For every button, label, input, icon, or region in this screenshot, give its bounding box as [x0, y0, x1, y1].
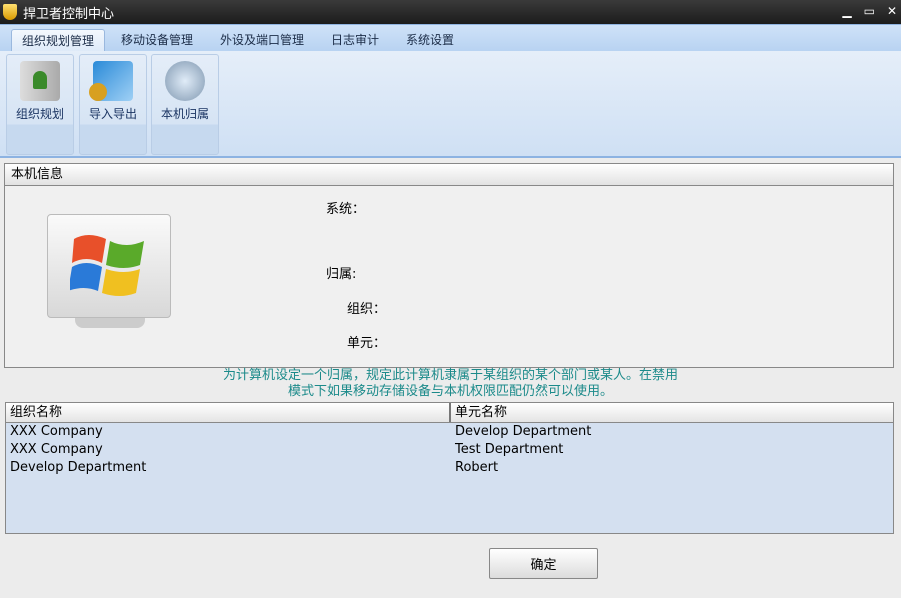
cell-org: XXX Company	[6, 423, 451, 441]
cell-unit: Develop Department	[451, 423, 591, 441]
cell-unit: Test Department	[451, 441, 563, 459]
local-belonging-button[interactable]: 本机归属	[151, 54, 219, 155]
table-row[interactable]: XXX CompanyTest Department	[6, 441, 893, 459]
org-planning-button[interactable]: 组织规划	[6, 54, 74, 155]
unit-label: 单元：	[347, 332, 386, 351]
tab-system-settings[interactable]: 系统设置	[396, 29, 464, 53]
org-label: 组织：	[347, 298, 386, 317]
local-info-panel: 本机信息 系统： 归属: 组织： 单元：	[4, 163, 894, 368]
import-export-button[interactable]: 导入导出	[79, 54, 147, 155]
column-header-unit[interactable]: 单元名称	[451, 403, 507, 422]
title-bar: 捍卫者控制中心 ▁ ▭ ✕	[0, 0, 901, 24]
laptop-gear-icon	[93, 61, 133, 101]
cell-org: Develop Department	[6, 459, 451, 477]
hint-line: 为计算机设定一个归属，规定此计算机隶属于某组织的某个部门或某人。在禁用	[0, 368, 901, 384]
import-export-label: 导入导出	[89, 107, 137, 121]
org-planning-label: 组织规划	[16, 107, 64, 121]
table-row[interactable]: XXX CompanyDevelop Department	[6, 423, 893, 441]
ok-button[interactable]: 确定	[489, 548, 598, 579]
belong-label: 归属:	[326, 263, 356, 282]
table-row[interactable]: Develop DepartmentRobert	[6, 459, 893, 477]
shield-icon	[3, 4, 17, 20]
maximize-button[interactable]: ▭	[864, 4, 875, 18]
tab-bar: 组织规划管理 移动设备管理 外设及端口管理 日志审计 系统设置	[0, 24, 901, 52]
ribbon: 组织规划 导入导出 本机归属	[0, 51, 901, 158]
belonging-table: 组织名称 单元名称 XXX CompanyDevelop Department …	[5, 402, 894, 534]
tab-log-audit[interactable]: 日志审计	[321, 29, 389, 53]
local-belonging-label: 本机归属	[161, 107, 209, 121]
cell-unit: Robert	[451, 459, 498, 477]
column-header-org[interactable]: 组织名称	[6, 403, 451, 422]
window-title: 捍卫者控制中心	[23, 3, 114, 22]
address-book-icon	[20, 61, 60, 101]
close-button[interactable]: ✕	[887, 4, 897, 18]
hint-text: 为计算机设定一个归属，规定此计算机隶属于某组织的某个部门或某人。在禁用 模式下如…	[0, 368, 901, 400]
tab-peripherals[interactable]: 外设及端口管理	[210, 29, 314, 53]
system-label: 系统：	[326, 198, 365, 217]
globe-computer-icon	[165, 61, 205, 101]
windows-computer-icon	[47, 214, 171, 324]
tab-org-planning[interactable]: 组织规划管理	[11, 29, 105, 53]
cell-org: XXX Company	[6, 441, 451, 459]
panel-title: 本机信息	[5, 164, 893, 186]
minimize-button[interactable]: ▁	[842, 4, 851, 18]
tab-mobile-devices[interactable]: 移动设备管理	[111, 29, 203, 53]
hint-line: 模式下如果移动存储设备与本机权限匹配仍然可以使用。	[0, 384, 901, 400]
